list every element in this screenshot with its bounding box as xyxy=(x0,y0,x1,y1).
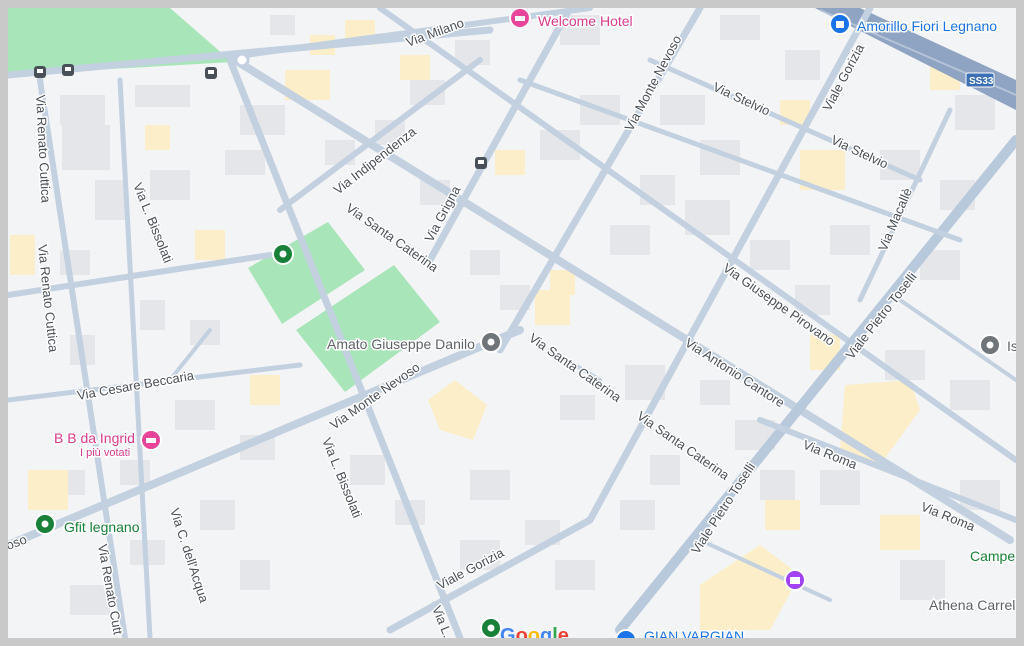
street-label-via-antonio-cantore: Via Antonio Cantore xyxy=(682,335,787,410)
bus-stop-icon[interactable] xyxy=(62,64,74,76)
bus-stop-icon[interactable] xyxy=(475,157,487,169)
street-label-via-stelvio: Via Stelvio xyxy=(711,79,773,118)
street-label-via-santa-caterina: Via Santa Caterina xyxy=(526,330,624,405)
highway-shield-icon: SS33 xyxy=(965,72,995,88)
museum-pin-icon[interactable] xyxy=(784,569,806,591)
shop-pin-icon[interactable] xyxy=(829,13,851,35)
park-pin-icon[interactable] xyxy=(272,243,294,265)
map-svg: Via Milano Via Renato Cuttica Via Renato… xyxy=(8,8,1016,638)
location-pin-icon[interactable] xyxy=(979,334,1001,356)
google-logo-letter: o xyxy=(516,625,528,638)
google-logo-letter: o xyxy=(528,625,540,638)
google-logo-letter: e xyxy=(558,625,569,638)
poi-label-bb-ingrid[interactable]: B B da Ingrid xyxy=(53,429,137,448)
poi-label-welcome-hotel[interactable]: Welcome Hotel xyxy=(537,12,635,31)
poi-sublabel-bb-ingrid: I più votati xyxy=(80,447,130,459)
google-logo-letter: G xyxy=(500,625,516,638)
map-canvas[interactable]: Via Milano Via Renato Cuttica Via Renato… xyxy=(8,8,1016,638)
street-label-via-renato-cuttica: Via Renato Cuttica xyxy=(33,94,54,204)
hotel-pin-icon[interactable] xyxy=(140,429,162,451)
roundabout-icon xyxy=(234,52,250,68)
poi-label-is[interactable]: Is xyxy=(1006,337,1017,356)
poi-label-athena[interactable]: Athena Carrel xyxy=(928,596,1017,615)
poi-label-campe[interactable]: Campe xyxy=(969,547,1017,566)
street-label-viale-pietro-toselli: Viale Pietro Toselli xyxy=(843,269,920,362)
street-label-via-santa-caterina: Via Santa Caterina xyxy=(634,408,732,483)
poi-label-gfit[interactable]: Gfit legnano xyxy=(63,518,142,537)
location-pin-icon[interactable] xyxy=(480,617,502,638)
svg-text:Google: Google xyxy=(500,625,569,638)
buildings xyxy=(60,15,1000,615)
bus-stop-icon[interactable] xyxy=(205,67,217,79)
highway-shield-label: SS33 xyxy=(969,76,994,87)
poi-label-gian-vargian[interactable]: GIAN VARGIAN xyxy=(643,627,746,639)
poi-label-amorillo[interactable]: Amorillo Fiori Legnano xyxy=(856,17,999,36)
bus-stop-icon[interactable] xyxy=(34,66,46,78)
location-pin-icon[interactable] xyxy=(480,331,502,353)
hotel-pin-icon[interactable] xyxy=(509,8,531,29)
poi-label-amato[interactable]: Amato Giuseppe Danilo xyxy=(326,335,477,354)
gym-pin-icon[interactable] xyxy=(34,513,56,535)
google-logo-letter: g xyxy=(540,625,552,638)
google-logo: Google xyxy=(500,625,569,638)
street-label-via-renato-cuttica: Via Renato Cuttica xyxy=(35,244,61,354)
